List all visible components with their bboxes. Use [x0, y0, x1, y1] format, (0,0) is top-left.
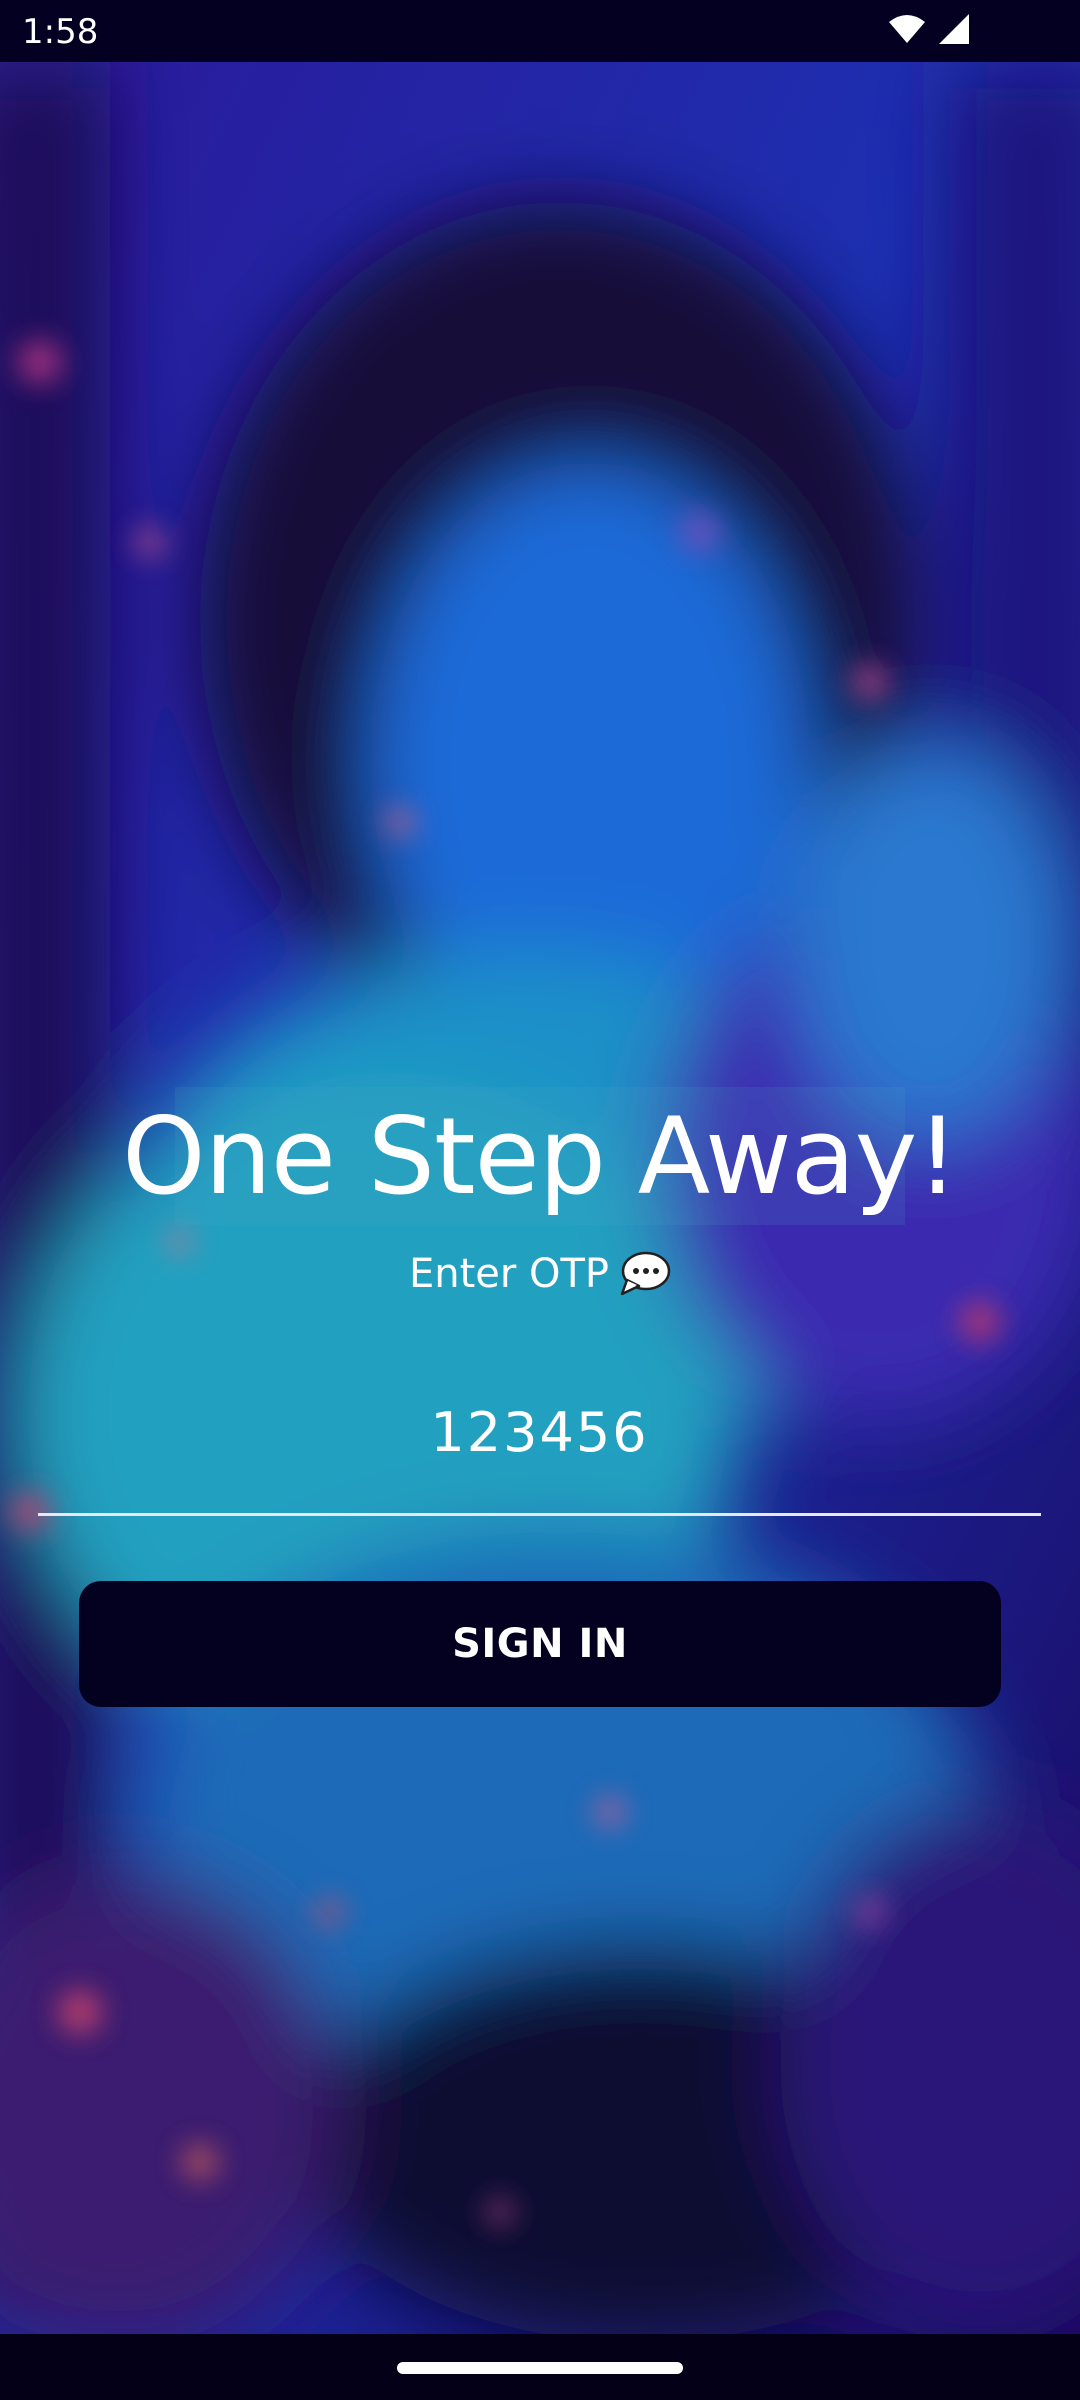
otp-prompt-label: Enter OTP	[408, 1251, 610, 1297]
status-time: 1:58	[22, 12, 99, 52]
title-container: One Step Away!	[122, 1087, 959, 1225]
home-gesture-handle[interactable]	[397, 2362, 683, 2374]
status-bar: 1:58	[0, 0, 1080, 62]
page-title: One Step Away!	[122, 1094, 959, 1218]
signal-icon	[938, 13, 970, 50]
otp-input[interactable]	[38, 1380, 1041, 1516]
wifi-icon	[888, 14, 926, 49]
sign-in-button[interactable]: SIGN IN	[79, 1581, 1001, 1707]
otp-prompt: Enter OTP	[0, 1250, 1080, 1298]
chat-bubble-icon	[619, 1250, 671, 1298]
status-icons	[888, 13, 970, 50]
otp-screen: 1:58 One Step Away! Enter OTP 123456 SIG…	[0, 0, 1080, 2400]
